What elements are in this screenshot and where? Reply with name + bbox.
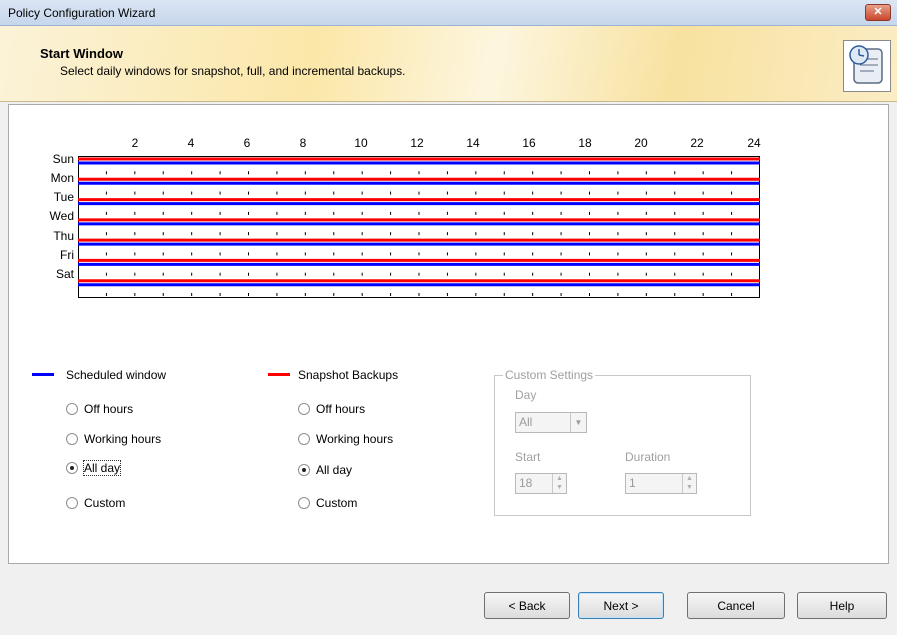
- custom-settings-title: Custom Settings: [503, 368, 596, 382]
- scheduled-custom-radio[interactable]: Custom: [66, 496, 125, 510]
- radio-indicator[interactable]: [66, 462, 78, 474]
- duration-label: Duration: [625, 450, 671, 464]
- hour-label: 22: [690, 136, 704, 150]
- day-label: Thu: [53, 229, 74, 243]
- scheduled-working-hours-radio[interactable]: Working hours: [66, 432, 161, 446]
- hour-label: 4: [187, 136, 195, 150]
- hour-label: 14: [466, 136, 480, 150]
- start-spin-buttons[interactable]: ▲ ▼: [552, 474, 566, 493]
- hour-label: 16: [522, 136, 536, 150]
- hour-label: 18: [578, 136, 592, 150]
- day-label: Wed: [49, 209, 74, 223]
- radio-indicator[interactable]: [298, 433, 310, 445]
- close-button[interactable]: ✕: [865, 4, 891, 21]
- snapshot-all-day-radio[interactable]: All day: [298, 463, 352, 477]
- scheduled-off-hours-radio[interactable]: Off hours: [66, 402, 133, 416]
- hour-label: 2: [131, 136, 139, 150]
- wizard-scroll-icon: [843, 40, 891, 92]
- radio-indicator[interactable]: [298, 464, 310, 476]
- hour-label: 10: [354, 136, 368, 150]
- scheduled-window-legend-line: [32, 373, 54, 376]
- window-title: Policy Configuration Wizard: [8, 6, 156, 20]
- radio-indicator[interactable]: [66, 497, 78, 509]
- hour-label: 20: [634, 136, 648, 150]
- start-label: Start: [515, 450, 541, 464]
- snapshot-off-hours-radio[interactable]: Off hours: [298, 402, 365, 416]
- schedule-grid[interactable]: [78, 150, 761, 298]
- page-subtitle: Select daily windows for snapshot, full,…: [60, 64, 406, 78]
- day-label: Sat: [55, 267, 74, 281]
- snapshot-working-hours-radio[interactable]: Working hours: [298, 432, 393, 446]
- back-button[interactable]: < Back: [484, 592, 570, 619]
- day-label: Mon: [50, 171, 74, 185]
- snapshot-legend-line: [268, 373, 290, 376]
- help-button[interactable]: Help: [797, 592, 887, 619]
- cancel-button[interactable]: Cancel: [687, 592, 785, 619]
- day-label: Tue: [53, 190, 74, 204]
- page-title: Start Window: [40, 46, 123, 61]
- scheduled-window-legend: Scheduled window: [66, 368, 167, 382]
- wizard-header: Start Window Select daily windows for sn…: [0, 26, 897, 102]
- next-button[interactable]: Next >: [578, 592, 664, 619]
- hour-label: 6: [243, 136, 251, 150]
- chevron-down-icon[interactable]: ▼: [570, 413, 586, 432]
- duration-spin-buttons[interactable]: ▲ ▼: [682, 474, 696, 493]
- title-bar: Policy Configuration Wizard ✕: [0, 0, 897, 26]
- radio-indicator[interactable]: [298, 403, 310, 415]
- snapshot-backups-legend: Snapshot Backups: [298, 368, 399, 382]
- radio-indicator[interactable]: [66, 433, 78, 445]
- start-spinner[interactable]: 18 ▲ ▼: [515, 473, 567, 494]
- snapshot-custom-radio[interactable]: Custom: [298, 496, 357, 510]
- day-label: Sun: [52, 152, 74, 166]
- radio-indicator[interactable]: [66, 403, 78, 415]
- hour-label: 12: [410, 136, 424, 150]
- hour-label: 8: [299, 136, 307, 150]
- scheduled-all-day-radio[interactable]: All day: [66, 460, 122, 476]
- day-select[interactable]: All ▼: [515, 412, 587, 433]
- day-label: Fri: [60, 248, 74, 262]
- radio-indicator[interactable]: [298, 497, 310, 509]
- day-label-text: Day: [515, 388, 537, 402]
- custom-settings-group: Custom Settings Day All ▼ Start 18 ▲ ▼ Du…: [494, 368, 751, 516]
- duration-spinner[interactable]: 1 ▲ ▼: [625, 473, 697, 494]
- schedule-grid-svg[interactable]: [78, 150, 761, 298]
- hour-label: 24: [747, 136, 761, 150]
- grid-border: [78, 156, 760, 298]
